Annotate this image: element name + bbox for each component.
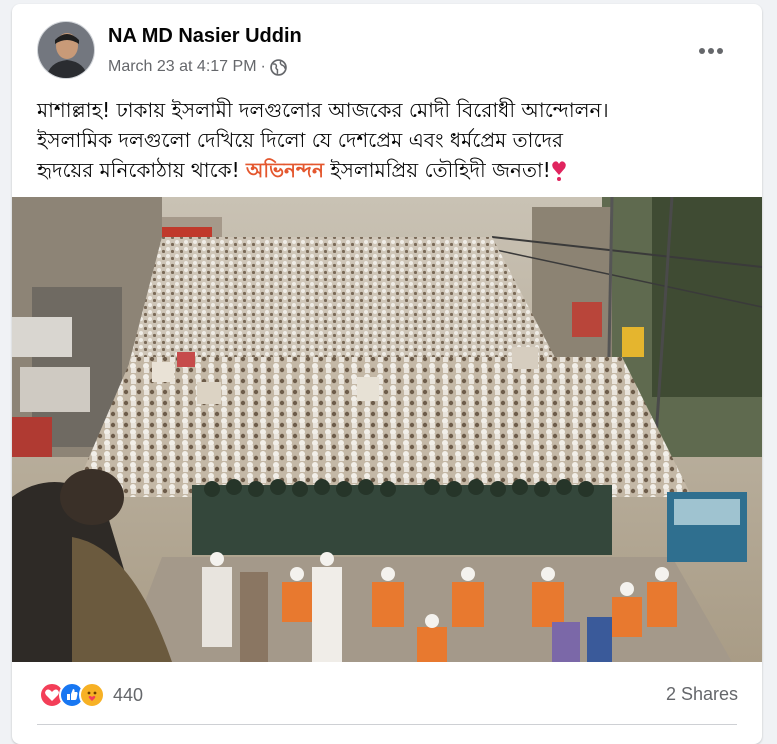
post-meta: March 23 at 4:17 PM · <box>108 56 287 78</box>
post-caption: মাশাল্লাহ! ঢাকায় ইসলামী দলগুলোর আজকের ম… <box>37 95 747 185</box>
footer-divider <box>37 724 737 725</box>
caption-highlight: অভিনন্দন <box>246 158 324 182</box>
post-photo[interactable] <box>12 197 762 662</box>
rally-crowd-photo <box>12 197 762 662</box>
care-reaction-icon <box>79 682 105 708</box>
caption-line-3: হৃদয়ের মনিকোঠায় থাকে! অভিনন্দন ইসলামপ্… <box>37 155 747 185</box>
caption-line-2: ইসলামিক দলগুলো দেখিয়ে দিলো যে দেশপ্রেম … <box>37 128 563 152</box>
more-horizontal-icon <box>699 48 723 54</box>
author-name[interactable]: NA MD Nasier Uddin <box>108 25 302 48</box>
post-timestamp[interactable]: March 23 at 4:17 PM <box>108 58 257 76</box>
caption-line-1: মাশাল্লাহ! ঢাকায় ইসলামী দলগুলোর আজকের ম… <box>37 98 609 122</box>
more-options-button[interactable] <box>692 32 730 70</box>
reactions-summary[interactable]: 440 <box>39 682 143 708</box>
shares-count[interactable]: 2 Shares <box>666 684 738 705</box>
heart-exclamation-icon <box>551 159 567 181</box>
post-footer: 440 2 Shares <box>12 662 762 728</box>
globe-icon[interactable] <box>270 58 287 76</box>
post-header: NA MD Nasier Uddin March 23 at 4:17 PM · <box>12 4 762 92</box>
caption-line-3-end: ইসলামপ্রিয় তৌহিদী জনতা! <box>330 158 551 182</box>
post-card: NA MD Nasier Uddin March 23 at 4:17 PM ·… <box>12 4 762 744</box>
reaction-count[interactable]: 440 <box>113 685 143 706</box>
meta-separator: · <box>260 58 266 75</box>
author-avatar[interactable] <box>37 21 95 79</box>
caption-line-3-start: হৃদয়ের মনিকোঠায় থাকে! <box>37 158 240 182</box>
